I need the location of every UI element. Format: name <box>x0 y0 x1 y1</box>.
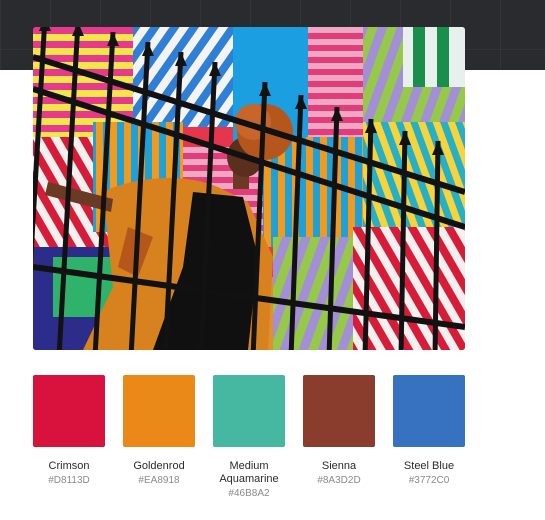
swatch-chip[interactable] <box>393 375 465 447</box>
swatch-chip[interactable] <box>123 375 195 447</box>
swatch-hex: #EA8918 <box>138 475 180 486</box>
swatch-name: Medium Aquamarine <box>219 460 279 485</box>
swatch-name: Sienna <box>321 460 357 472</box>
swatch-hex: #3772C0 <box>408 475 450 486</box>
swatch-chip[interactable] <box>303 375 375 447</box>
swatch-name: Crimson <box>48 460 90 472</box>
swatch-hex: #D8113D <box>48 475 90 486</box>
photo-mural-woman-image <box>33 27 465 350</box>
swatch-3[interactable]: Medium Aquamarine #46B8A2 <box>213 375 285 500</box>
color-palette: Crimson #D8113D Goldenrod #EA8918 Medium… <box>33 375 465 515</box>
swatch-4[interactable]: Sienna #8A3D2D <box>303 375 375 487</box>
swatch-name: Goldenrod <box>133 460 185 472</box>
swatch-2[interactable]: Goldenrod #EA8918 <box>123 375 195 487</box>
swatch-chip[interactable] <box>33 375 105 447</box>
swatch-name: Steel Blue <box>403 460 455 472</box>
swatch-hex: #46B8A2 <box>228 488 270 499</box>
swatch-5[interactable]: Steel Blue #3772C0 <box>393 375 465 487</box>
swatch-chip[interactable] <box>213 375 285 447</box>
hero-photo[interactable] <box>33 27 465 350</box>
swatch-1[interactable]: Crimson #D8113D <box>33 375 105 487</box>
swatch-hex: #8A3D2D <box>317 475 361 486</box>
